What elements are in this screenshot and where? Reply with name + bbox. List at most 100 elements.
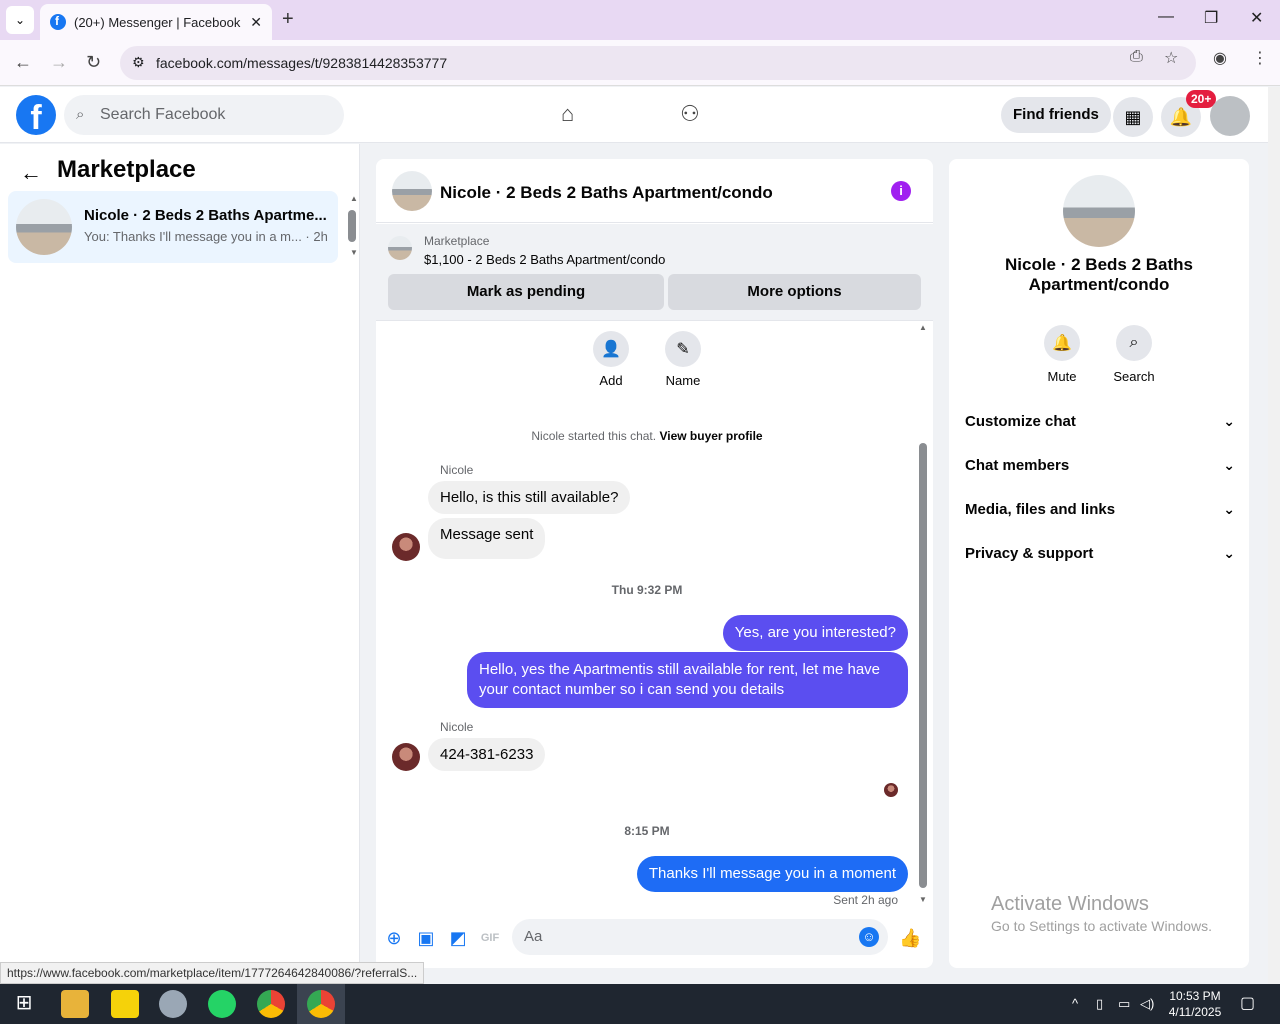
- thumbs-up-icon[interactable]: 👍: [899, 927, 921, 949]
- close-window-button[interactable]: ✕: [1250, 8, 1263, 28]
- scroll-up-icon[interactable]: ▲: [350, 194, 358, 203]
- conversation-list-panel: ← Marketplace Nicole · 2 Beds 2 Baths Ap…: [0, 144, 360, 962]
- restore-button[interactable]: ❐: [1204, 8, 1218, 28]
- search-conversation-button[interactable]: ⌕ Search: [1104, 325, 1164, 384]
- gif-icon[interactable]: GIF: [479, 927, 501, 949]
- name-chat-button[interactable]: ✎ Name: [653, 331, 713, 388]
- scroll-down-icon[interactable]: ▼: [919, 895, 927, 904]
- network-icon[interactable]: ▭: [1118, 996, 1130, 1012]
- chevron-down-icon: ⌄: [1223, 545, 1235, 561]
- customize-chat-row[interactable]: Customize chat ⌄: [965, 413, 1235, 430]
- add-people-button[interactable]: 👤 Add: [581, 331, 641, 388]
- find-friends-button[interactable]: Find friends: [1001, 97, 1111, 133]
- chat-panel: Nicole · 2 Beds 2 Baths Apartment/condo …: [376, 159, 933, 968]
- conversation-scrollbar[interactable]: ▲ ▼: [347, 194, 358, 258]
- sender-avatar[interactable]: [392, 743, 420, 771]
- scroll-up-icon[interactable]: ▲: [919, 323, 927, 332]
- scroll-thumb[interactable]: [348, 210, 356, 242]
- install-app-icon[interactable]: ⎙: [1130, 48, 1143, 66]
- whatsapp-icon[interactable]: [208, 990, 236, 1018]
- tray-app-icon[interactable]: ▯: [1096, 996, 1103, 1012]
- sent-message-bubble[interactable]: Hello, yes the Apartmentis still availab…: [467, 652, 908, 708]
- add-person-icon: 👤: [593, 331, 629, 367]
- conversation-preview: You: Thanks I'll message you in a m... ·…: [84, 229, 328, 244]
- tray-chevron-icon[interactable]: ^: [1072, 996, 1078, 1011]
- chat-title[interactable]: Nicole · 2 Beds 2 Baths Apartment/condo: [440, 183, 773, 203]
- friends-icon[interactable]: ⚇: [680, 101, 700, 127]
- chat-members-row[interactable]: Chat members ⌄: [965, 457, 1235, 474]
- listing-thumbnail[interactable]: [388, 236, 412, 260]
- view-buyer-profile-link[interactable]: View buyer profile: [659, 429, 762, 443]
- file-explorer-icon[interactable]: [61, 990, 89, 1018]
- message-bubble[interactable]: Hello, is this still available?: [428, 481, 631, 514]
- message-composer: ⊕ ▣ ◩ GIF Aa ☺ 👍: [376, 917, 933, 961]
- search-input[interactable]: ⌕ Search Facebook: [64, 95, 344, 135]
- message-bubble[interactable]: 424-381-6233: [428, 738, 546, 771]
- scroll-thumb[interactable]: [919, 443, 927, 888]
- chat-avatar-large[interactable]: [1063, 175, 1135, 247]
- sent-message-bubble[interactable]: Thanks I'll message you in a moment: [636, 856, 908, 892]
- media-files-links-row[interactable]: Media, files and links ⌄: [965, 501, 1235, 518]
- mute-button[interactable]: 🔔 Mute: [1032, 325, 1092, 384]
- message-bubble[interactable]: Message sent: [428, 518, 546, 559]
- taskbar-clock[interactable]: 10:53 PM 4/11/2025: [1160, 988, 1230, 1020]
- conversation-thumbnail: [16, 199, 72, 255]
- panel-title: Marketplace: [57, 156, 196, 183]
- volume-icon[interactable]: ◁): [1140, 996, 1154, 1012]
- chevron-down-icon: ⌄: [1223, 501, 1235, 517]
- chrome-profile-icon[interactable]: [307, 990, 335, 1018]
- new-tab-button[interactable]: +: [282, 8, 294, 31]
- mark-as-pending-button[interactable]: Mark as pending: [388, 274, 664, 310]
- message-thread: 👤 Add ✎ Name Nicole started this chat. V…: [376, 321, 933, 911]
- back-arrow-icon[interactable]: ←: [20, 160, 42, 186]
- forward-icon[interactable]: →: [50, 52, 68, 73]
- sent-message-bubble[interactable]: Yes, are you interested?: [722, 615, 908, 651]
- tab-title: (20+) Messenger | Facebook: [74, 14, 241, 30]
- chat-avatar[interactable]: [392, 171, 432, 211]
- pencil-icon: ✎: [665, 331, 701, 367]
- sent-status: Sent 2h ago: [833, 893, 898, 907]
- mute-label: Mute: [1047, 369, 1077, 384]
- bookmark-star-icon[interactable]: ☆: [1164, 48, 1178, 68]
- plus-icon[interactable]: ⊕: [383, 927, 405, 949]
- privacy-support-row[interactable]: Privacy & support ⌄: [965, 545, 1235, 562]
- row-label: Customize chat: [965, 413, 1076, 430]
- scroll-down-icon[interactable]: ▼: [350, 248, 358, 257]
- name-label: Name: [665, 373, 701, 388]
- chrome-icon[interactable]: [257, 990, 285, 1018]
- activate-subtitle: Go to Settings to activate Windows.: [991, 918, 1212, 934]
- minimize-button[interactable]: —: [1158, 8, 1174, 26]
- facebook-logo-icon[interactable]: f: [16, 95, 56, 135]
- back-icon[interactable]: ←: [14, 52, 32, 73]
- photo-icon[interactable]: ▣: [415, 927, 437, 949]
- marketplace-label: Marketplace: [424, 234, 490, 248]
- listing-title[interactable]: $1,100 - 2 Beds 2 Baths Apartment/condo: [424, 252, 665, 267]
- info-icon[interactable]: i: [891, 181, 911, 201]
- tab-list-button[interactable]: ⌄: [6, 6, 34, 34]
- site-info-icon[interactable]: ⚙: [132, 54, 145, 71]
- chat-scrollbar[interactable]: ▲ ▼: [916, 323, 930, 909]
- more-options-button[interactable]: More options: [668, 274, 921, 310]
- profile-icon[interactable]: ◉: [1213, 48, 1227, 68]
- emoji-icon[interactable]: ☺: [859, 927, 879, 947]
- browser-tab[interactable]: (20+) Messenger | Facebook ✕: [40, 4, 272, 40]
- row-label: Media, files and links: [965, 501, 1116, 518]
- message-input[interactable]: Aa: [512, 919, 888, 955]
- tab-close-icon[interactable]: ✕: [250, 14, 262, 31]
- reload-icon[interactable]: ↻: [86, 52, 101, 73]
- timestamp: Thu 9:32 PM: [611, 583, 683, 597]
- account-avatar[interactable]: [1210, 96, 1250, 136]
- app-icon[interactable]: [159, 990, 187, 1018]
- menu-icon[interactable]: ⋮: [1252, 48, 1268, 68]
- windows-start-icon[interactable]: ⊞: [10, 990, 38, 1018]
- page-scrollbar[interactable]: [1268, 87, 1280, 984]
- notification-center-icon[interactable]: ▢: [1240, 993, 1255, 1013]
- sticky-notes-icon[interactable]: [111, 990, 139, 1018]
- url-text: facebook.com/messages/t/9283814428353777: [156, 55, 448, 71]
- home-icon[interactable]: ⌂: [561, 101, 574, 127]
- sender-avatar[interactable]: [392, 533, 420, 561]
- sticker-icon[interactable]: ◩: [447, 927, 469, 949]
- menu-grid-icon[interactable]: ▦: [1113, 97, 1153, 137]
- address-bar[interactable]: ⚙ facebook.com/messages/t/92838144283537…: [120, 46, 1196, 80]
- conversation-item[interactable]: Nicole · 2 Beds 2 Baths Apartme... You: …: [8, 191, 338, 263]
